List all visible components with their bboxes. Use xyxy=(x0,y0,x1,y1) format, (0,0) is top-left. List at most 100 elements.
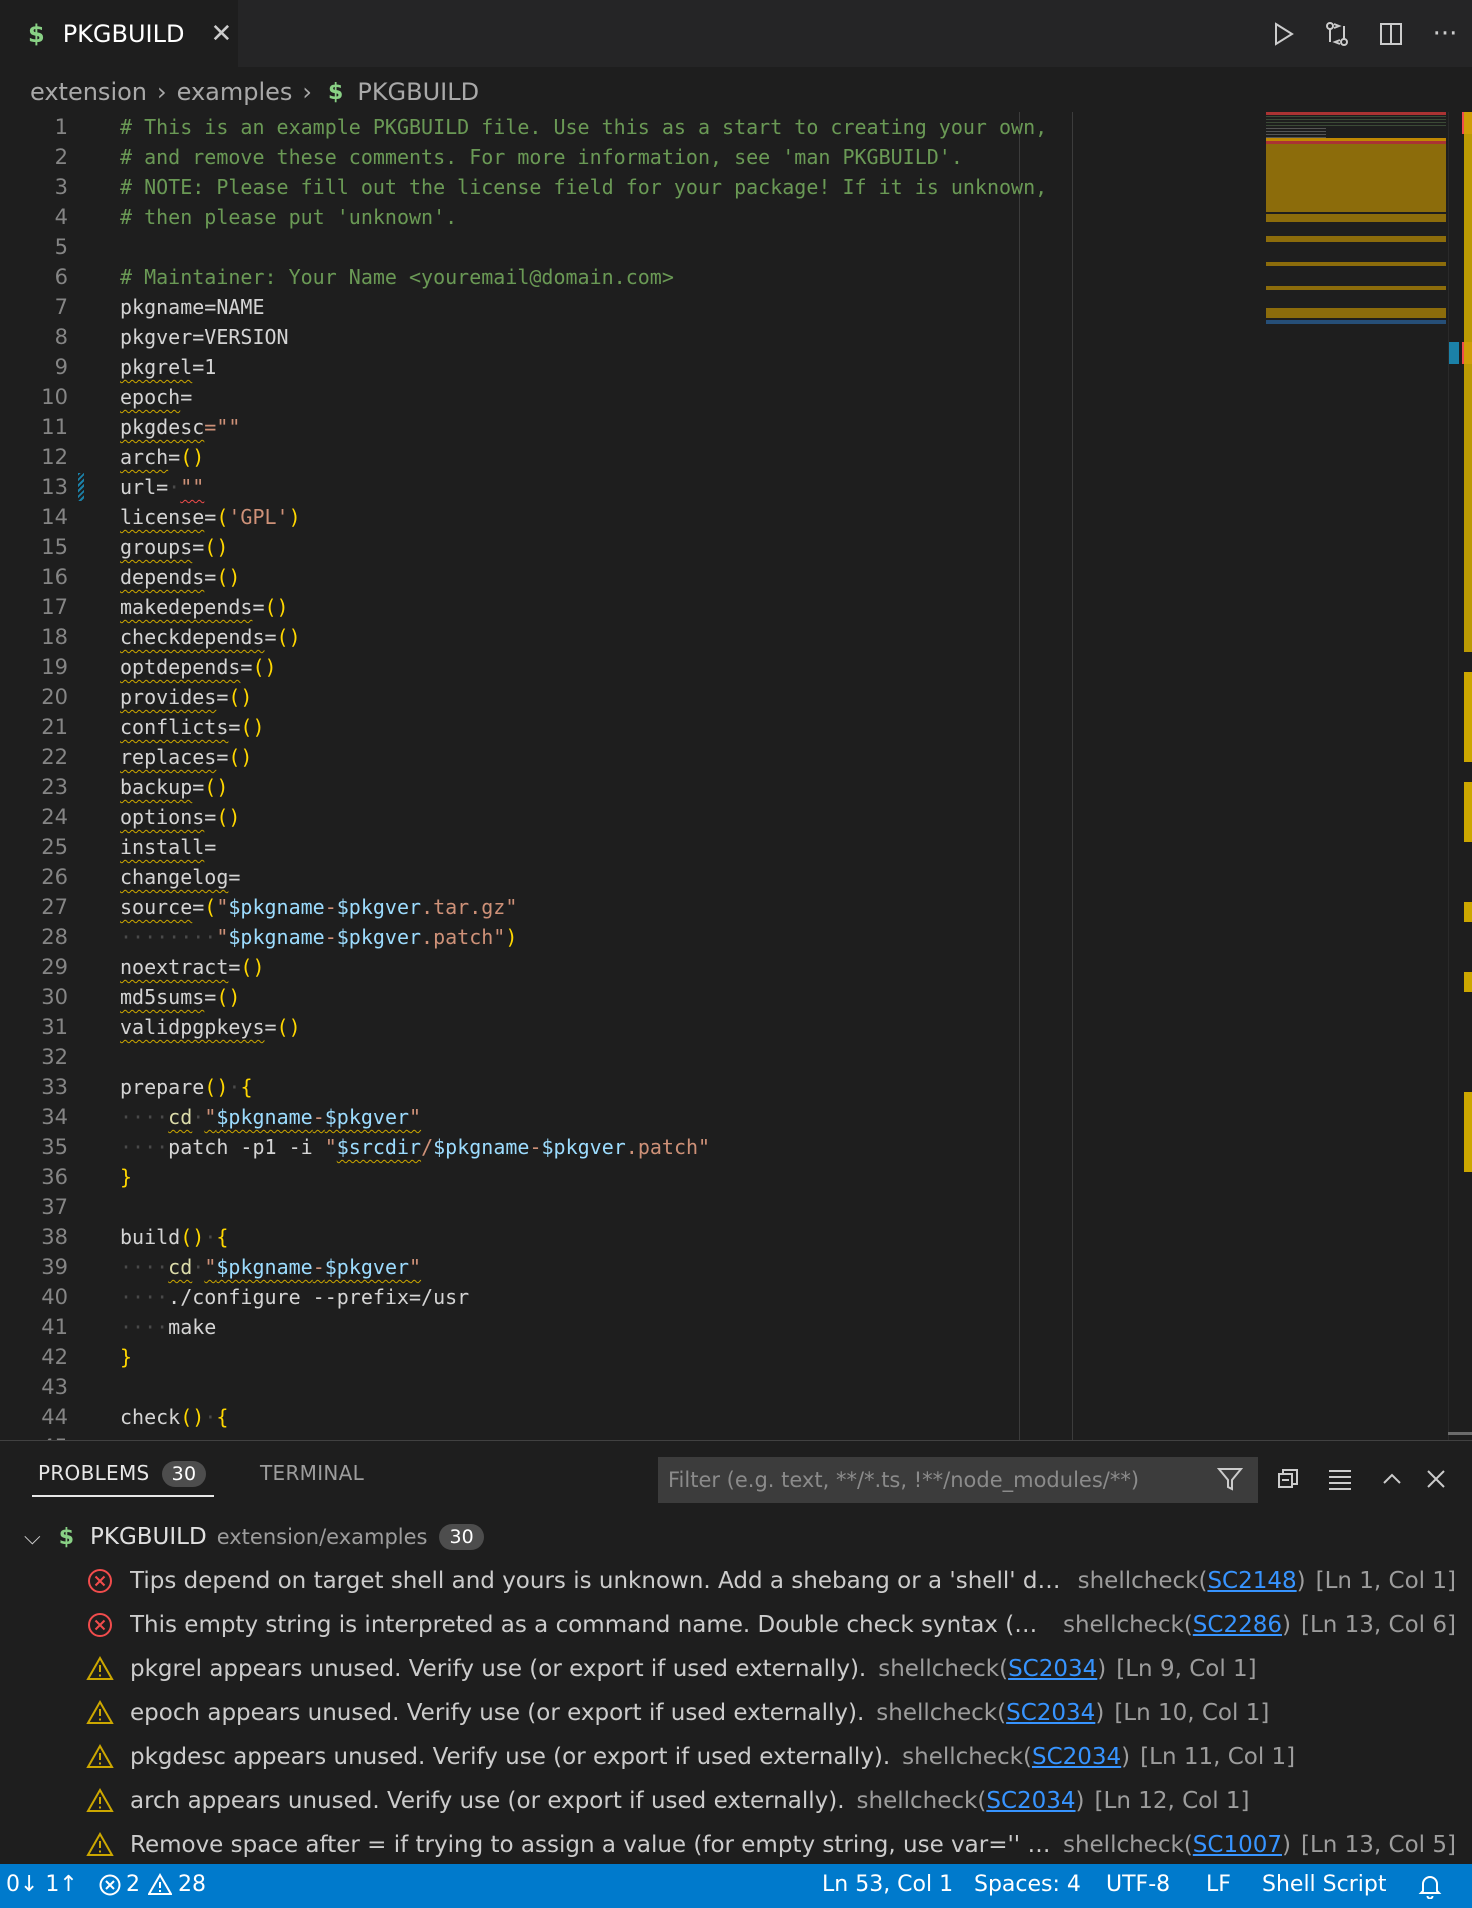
cursor-position[interactable]: Ln 53, Col 1 xyxy=(822,1872,953,1897)
problem-item[interactable]: Tips depend on target shell and yours is… xyxy=(86,1559,1456,1603)
split-editor-icon[interactable] xyxy=(1364,0,1418,67)
problem-item[interactable]: arch appears unused. Verify use (or expo… xyxy=(86,1779,1456,1823)
code-line: 39 ····cd·"$pkgname-$pkgver" xyxy=(41,1255,422,1279)
problem-message: pkgdesc appears unused. Verify use (or e… xyxy=(130,1744,891,1770)
group-file-path: extension/examples xyxy=(216,1525,428,1549)
code-line: 29 noextract=() xyxy=(41,955,265,979)
filter-input[interactable] xyxy=(668,1468,1208,1492)
code-line: 30 md5sums=() xyxy=(41,985,241,1009)
problem-code-link[interactable]: SC2034 xyxy=(1008,1656,1097,1682)
code-line: 2 # and remove these comments. For more i… xyxy=(54,145,963,169)
run-icon[interactable] xyxy=(1256,0,1310,67)
encoding[interactable]: UTF-8 xyxy=(1106,1872,1170,1897)
maximize-panel-icon[interactable] xyxy=(1372,1459,1412,1499)
overview-warnings xyxy=(1464,672,1472,762)
more-actions-icon[interactable]: ··· xyxy=(1418,0,1472,67)
tab-terminal[interactable]: TERMINAL xyxy=(260,1461,364,1485)
breadcrumb: extension › examples › $ PKGBUILD xyxy=(30,72,479,112)
overview-warnings xyxy=(1464,1092,1472,1172)
problem-location: [Ln 11, Col 1] xyxy=(1140,1744,1296,1770)
sync-status[interactable]: 0↓ 1↑ xyxy=(6,1872,78,1897)
problem-item[interactable]: pkgrel appears unused. Verify use (or ex… xyxy=(86,1647,1456,1691)
problem-item[interactable]: epoch appears unused. Verify use (or exp… xyxy=(86,1691,1456,1735)
overview-modified xyxy=(1449,342,1459,364)
bell-icon[interactable] xyxy=(1418,1873,1442,1905)
code-line: 12 arch=() xyxy=(41,445,205,469)
indentation[interactable]: Spaces: 4 xyxy=(974,1872,1081,1897)
editor-scrollbar[interactable] xyxy=(1448,112,1472,1440)
code-line: 42} xyxy=(41,1345,133,1369)
error-icon xyxy=(88,1613,112,1637)
error-icon xyxy=(88,1569,112,1593)
problem-code-link[interactable]: SC2034 xyxy=(1006,1700,1095,1726)
problem-message: arch appears unused. Verify use (or expo… xyxy=(130,1788,845,1814)
chevron-right-icon: › xyxy=(157,78,167,106)
problem-code-link[interactable]: SC2286 xyxy=(1193,1612,1282,1638)
problems-file-group[interactable]: ⌵ $ PKGBUILD extension/examples 30 xyxy=(24,1517,484,1557)
problem-code-link[interactable]: SC2034 xyxy=(1032,1744,1121,1770)
code-line: 6 # Maintainer: Your Name <youremail@doma… xyxy=(54,265,674,289)
warning-icon xyxy=(148,1872,172,1895)
compare-changes-icon[interactable] xyxy=(1310,0,1364,67)
dollar-icon: $ xyxy=(28,19,45,48)
code-line: 8 pkgver=VERSION xyxy=(54,325,289,349)
problem-source: shellcheck(SC2034) xyxy=(878,1656,1107,1682)
dollar-icon: $ xyxy=(328,79,344,105)
collapse-all-icon[interactable] xyxy=(1268,1459,1308,1499)
code-line: 27 source=("$pkgname-$pkgver.tar.gz" xyxy=(41,895,518,919)
problem-item[interactable]: Remove space after = if trying to assign… xyxy=(86,1823,1456,1867)
status-bar: 0↓ 1↑ 2 28 Ln 53, Col 1 Spaces: 4 UTF-8 … xyxy=(0,1864,1472,1908)
breadcrumb-item-file[interactable]: PKGBUILD xyxy=(357,78,479,106)
close-panel-icon[interactable] xyxy=(1416,1459,1456,1499)
close-icon[interactable]: ✕ xyxy=(210,19,232,49)
problem-message: This empty string is interpreted as a co… xyxy=(130,1612,1051,1638)
editor-actions: ··· xyxy=(1256,0,1472,67)
breadcrumb-item-examples[interactable]: examples xyxy=(177,78,293,106)
minimap[interactable] xyxy=(1266,112,1446,326)
code-line: 11 pkgdesc="" xyxy=(41,415,241,439)
problem-code-link[interactable]: SC1007 xyxy=(1193,1832,1282,1858)
problem-code-link[interactable]: SC2148 xyxy=(1207,1568,1296,1594)
warning-icon xyxy=(86,1699,114,1724)
problem-source: shellcheck(SC2286) xyxy=(1062,1612,1291,1638)
tab-pkgbuild[interactable]: $ PKGBUILD ✕ xyxy=(0,0,238,67)
panel-tabs: PROBLEMS 30 TERMINAL xyxy=(0,1441,1472,1503)
warning-icon xyxy=(86,1831,114,1856)
code-line: 21 conflicts=() xyxy=(41,715,265,739)
problem-item[interactable]: This empty string is interpreted as a co… xyxy=(86,1603,1456,1647)
code-line: 18 checkdepends=() xyxy=(41,625,301,649)
bottom-panel: PROBLEMS 30 TERMINAL ⌵ $ PKGBUILD extensi… xyxy=(0,1440,1472,1864)
problem-message: pkgrel appears unused. Verify use (or ex… xyxy=(130,1656,867,1682)
problem-item[interactable]: pkgdesc appears unused. Verify use (or e… xyxy=(86,1735,1456,1779)
chevron-down-icon[interactable]: ⌵ xyxy=(24,1525,41,1550)
code-line: 3 # NOTE: Please fill out the license fie… xyxy=(54,175,1048,199)
view-as-list-icon[interactable] xyxy=(1320,1459,1360,1499)
language-mode[interactable]: Shell Script xyxy=(1262,1872,1386,1897)
problem-source: shellcheck(SC2148) xyxy=(1077,1568,1306,1594)
code-line: 32 xyxy=(41,1045,68,1069)
minimap-warning-block xyxy=(1266,144,1446,212)
code-line: 40 ····./configure --prefix=/usr xyxy=(41,1285,470,1309)
line-ending[interactable]: LF xyxy=(1206,1872,1231,1897)
tab-problems[interactable]: PROBLEMS 30 xyxy=(38,1461,207,1487)
code-line: 17 makedepends=() xyxy=(41,595,289,619)
code-line: 28 ········"$pkgname-$pkgver.patch") xyxy=(41,925,518,949)
scrollbar-thumb[interactable] xyxy=(1448,1432,1472,1435)
code-line: 34 ····cd·"$pkgname-$pkgver" xyxy=(41,1105,422,1129)
problems-status[interactable]: 2 28 xyxy=(98,1872,206,1897)
filter-icon[interactable] xyxy=(1216,1465,1244,1497)
code-line: 25 install= xyxy=(41,835,217,859)
error-icon xyxy=(99,1874,121,1895)
problem-message: Tips depend on target shell and yours is… xyxy=(130,1568,1066,1594)
minimap-warning-block xyxy=(1266,262,1446,266)
problem-source: shellcheck(SC2034) xyxy=(876,1700,1105,1726)
code-line: 20 provides=() xyxy=(41,685,253,709)
code-line: 5 xyxy=(54,235,68,259)
problem-code-link[interactable]: SC2034 xyxy=(986,1788,1075,1814)
problem-location: [Ln 13, Col 5] xyxy=(1300,1832,1456,1858)
warning-icon xyxy=(86,1655,114,1680)
breadcrumb-item-extension[interactable]: extension xyxy=(30,78,147,106)
code-editor[interactable]: 1 # This is an example PKGBUILD file. Use… xyxy=(0,112,1472,1440)
minimap-comments xyxy=(1266,116,1446,126)
minimap-code xyxy=(1266,128,1326,138)
